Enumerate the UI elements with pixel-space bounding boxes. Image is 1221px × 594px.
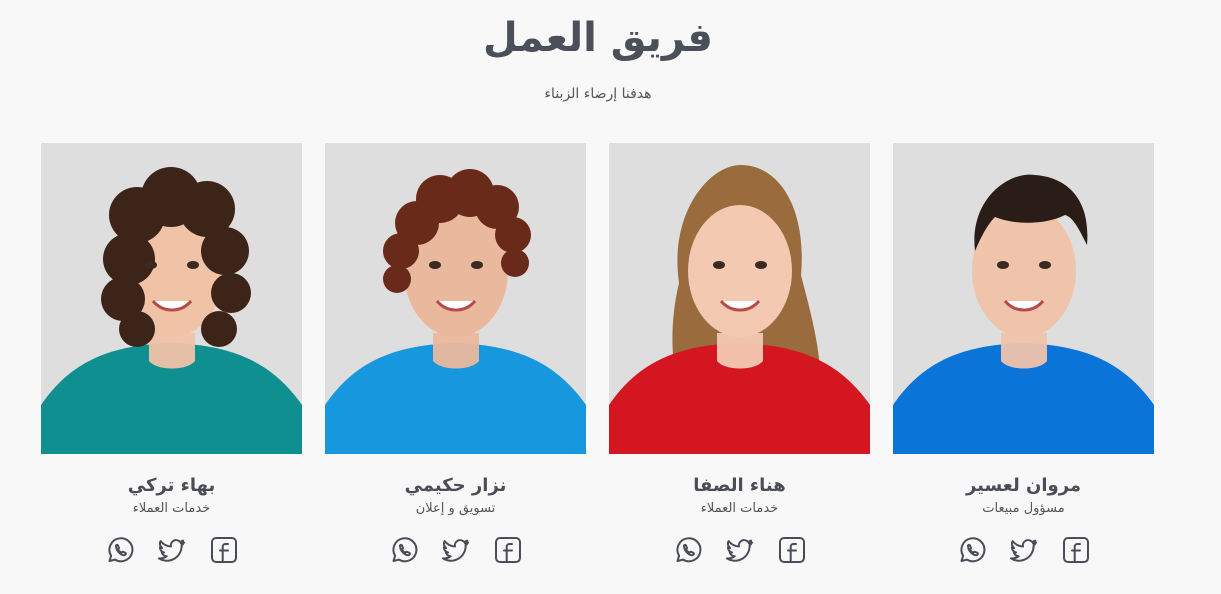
member-role: تسويق و إعلان: [415, 501, 496, 516]
twitter-icon[interactable]: [157, 535, 187, 565]
member-role: مسؤول مبيعات: [982, 501, 1065, 516]
member-photo: [609, 143, 870, 454]
team-member-card: بهاء تركي خدمات العملاء: [41, 143, 302, 565]
twitter-icon[interactable]: [725, 535, 755, 565]
facebook-icon[interactable]: [1061, 535, 1091, 565]
team-member-card: نزار حكيمي تسويق و إعلان: [325, 143, 586, 565]
social-links: [325, 535, 586, 565]
member-photo: [41, 143, 302, 454]
twitter-icon[interactable]: [441, 535, 471, 565]
facebook-icon[interactable]: [493, 535, 523, 565]
team-member-card: هناء الصفا خدمات العملاء: [609, 143, 870, 565]
social-links: [41, 535, 302, 565]
member-role: خدمات العملاء: [700, 501, 779, 516]
facebook-icon[interactable]: [209, 535, 239, 565]
facebook-icon[interactable]: [777, 535, 807, 565]
section-subtitle: هدفنا إرضاء الزبناء: [544, 86, 652, 102]
social-links: [893, 535, 1154, 565]
team-grid: مروان لعسير مسؤول مبيعات هناء الصفا خدما…: [41, 143, 1154, 565]
member-name: هناء الصفا: [693, 475, 786, 496]
whatsapp-icon[interactable]: [105, 535, 135, 565]
twitter-icon[interactable]: [1009, 535, 1039, 565]
member-name: بهاء تركي: [127, 475, 216, 496]
social-links: [609, 535, 870, 565]
team-member-card: مروان لعسير مسؤول مبيعات: [893, 143, 1154, 565]
member-role: خدمات العملاء: [132, 501, 211, 516]
member-name: مروان لعسير: [965, 475, 1082, 496]
member-photo: [325, 143, 586, 454]
section-title: فريق العمل: [483, 15, 713, 61]
whatsapp-icon[interactable]: [957, 535, 987, 565]
whatsapp-icon[interactable]: [673, 535, 703, 565]
member-photo: [893, 143, 1154, 454]
whatsapp-icon[interactable]: [389, 535, 419, 565]
member-name: نزار حكيمي: [404, 475, 507, 496]
